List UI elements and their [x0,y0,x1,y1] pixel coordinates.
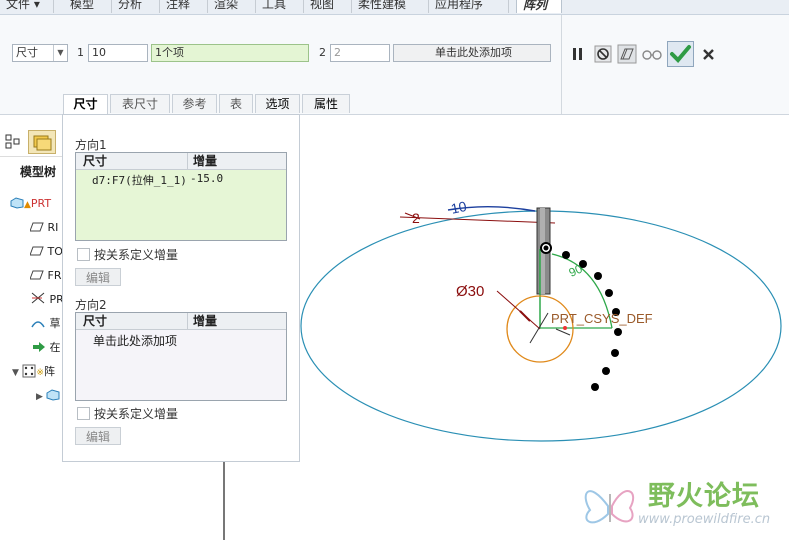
table-header: 尺寸 增量 [76,313,286,330]
checkbox-box[interactable] [77,407,90,420]
pause-button[interactable] [568,44,588,64]
dir2-count-input[interactable]: 2 [330,44,390,62]
pattern-preview-dot[interactable] [562,251,570,259]
col-dimension: 尺寸 [83,154,108,168]
dim-10-text[interactable]: 10 [449,198,468,217]
tab-options[interactable]: 选项 [255,94,300,113]
menu-view[interactable]: 视图 [304,0,352,13]
tab-dimensions[interactable]: 尺寸 [63,94,108,115]
col-increment: 增量 [193,154,218,168]
csys-label: PRT_CSYS_DEF [551,311,653,326]
watermark-url: www.proewildfire.cn [638,512,771,527]
butterfly-logo-icon [584,490,635,524]
dir1-label: 1 [77,46,84,59]
verify-mode-button[interactable] [641,44,662,64]
col-divider [187,313,188,329]
feature-preview-button[interactable] [617,44,637,64]
dir2-edit-button[interactable]: 编辑 [75,427,121,445]
chevron-down-icon: ▼ [53,45,67,61]
col-dimension: 尺寸 [83,314,108,328]
no-preview-button[interactable] [593,44,613,64]
menu-analysis[interactable]: 分析 [112,0,160,13]
menu-flexible-modeling[interactable]: 柔性建模 [352,0,429,13]
table-header: 尺寸 增量 [76,153,286,170]
watermark: 野火论坛 www.proewildfire.cn [578,472,788,538]
dir2-label: 2 [319,46,326,59]
tab-references[interactable]: 参考 [172,94,217,113]
dir1-items-field[interactable]: 1个项 [151,44,309,62]
dir2-items-field[interactable]: 单击此处添加项 [393,44,551,62]
dir2-add-item[interactable]: 单击此处添加项 [93,332,177,349]
pattern-preview-dot[interactable] [594,272,602,280]
menu-model[interactable]: 模型 [64,0,112,13]
direction1-title: 方向1 [75,138,107,152]
ok-button[interactable] [667,41,694,67]
pattern-type-select[interactable]: 尺寸 ▼ [12,44,68,62]
tab-properties[interactable]: 属性 [302,94,350,113]
tab-table-dimensions[interactable]: 表尺寸 [110,94,170,113]
pattern-preview-dot[interactable] [605,289,613,297]
checkmark-icon [670,45,691,63]
diameter-text[interactable]: Ø30 [456,283,484,300]
pattern-preview-dot[interactable] [591,383,599,391]
cancel-circle-icon [594,45,612,63]
csys-origin-dot [563,326,567,330]
glasses-icon [642,50,662,60]
direction1-table[interactable]: 尺寸 增量 d7:F7(拉伸_1_1) -15.0 [75,152,287,241]
dim-2-line [399,216,556,224]
ribbon-divider [561,15,562,114]
menu-pattern[interactable]: 阵列 [516,0,562,13]
cancel-button[interactable] [699,44,719,64]
menu-annotate[interactable]: 注释 [160,0,208,13]
direction2-table[interactable]: 尺寸 增量 单击此处添加项 [75,312,287,401]
pattern-origin-center [543,245,549,251]
menu-render[interactable]: 渲染 [208,0,256,13]
col-divider [187,153,188,169]
menu-bar: 文件 ▾ 模型 分析 注释 渲染 工具 视图 柔性建模 应用程序 阵列 [0,0,789,15]
pause-icon [573,48,582,60]
dim-2-text[interactable]: 2 [412,210,420,226]
pattern-preview-dot[interactable] [611,349,619,357]
row-increment[interactable]: -15.0 [190,172,223,185]
pattern-preview-dot[interactable] [614,328,622,336]
tab-table[interactable]: 表 [219,94,253,113]
dir1-count-input[interactable]: 10 [88,44,148,62]
pattern-preview-dot[interactable] [602,367,610,375]
feature-icon [617,44,637,64]
direction2-title: 方向2 [75,298,107,312]
watermark-title: 野火论坛 [648,481,760,512]
dir1-relation-checkbox[interactable]: 按关系定义增量 [77,248,178,262]
col-increment: 增量 [193,314,218,328]
checkbox-box[interactable] [77,248,90,261]
dimensions-panel: 方向1 尺寸 增量 d7:F7(拉伸_1_1) -15.0 按关系定义增量 编辑… [62,114,300,462]
menu-file[interactable]: 文件 ▾ [0,0,54,13]
dir2-relation-checkbox[interactable]: 按关系定义增量 [77,407,178,421]
close-icon [703,49,714,60]
dir1-edit-button[interactable]: 编辑 [75,268,121,286]
table-row[interactable]: d7:F7(拉伸_1_1) [92,172,187,188]
diameter-arrow [519,310,531,322]
row-dimension: d7:F7(拉伸_1_1) [92,174,187,187]
csys-axis-b [555,328,571,336]
menu-tools[interactable]: 工具 [256,0,304,13]
menu-applications[interactable]: 应用程序 [429,0,509,13]
